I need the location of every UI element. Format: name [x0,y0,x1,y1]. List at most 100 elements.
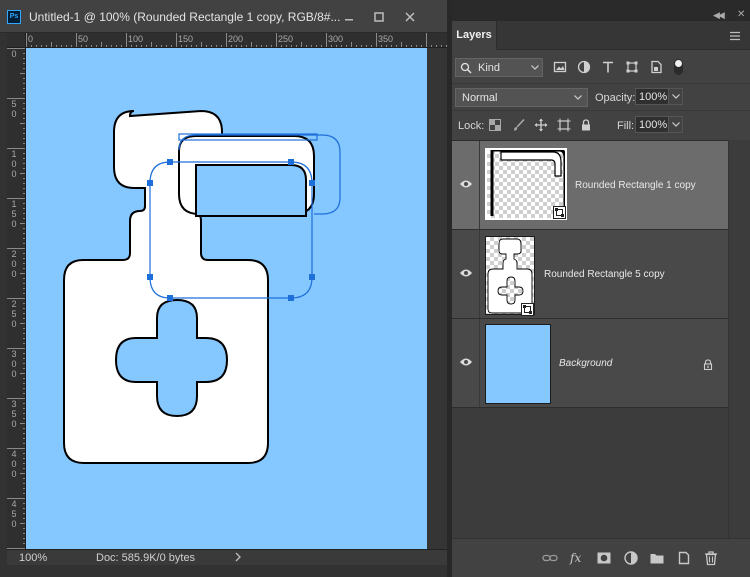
tab-layers[interactable]: Layers [452,21,497,50]
ruler-label: 0 [28,34,34,44]
ruler-label: 0 [11,169,17,179]
fill-input[interactable]: 100% [635,116,669,133]
vector-mask-badge-icon [521,303,534,316]
chevron-down-icon [672,122,680,127]
opacity-dropdown[interactable] [668,88,683,105]
close-panel-icon[interactable]: ✕ [737,10,745,20]
lock-row: Lock: Fill: 100% [452,110,750,139]
ruler-label: 50 [78,34,89,44]
filter-kind-select[interactable]: Kind [455,58,543,77]
ruler-label: 0 [11,359,17,369]
document-tab[interactable]: Ps Untitled-1 @ 100% (Rounded Rectangle … [0,0,447,33]
panel-menu-icon[interactable] [729,31,741,41]
ruler-label: 0 [11,269,17,279]
ruler-label: 0 [11,319,17,329]
shape-filter-icon[interactable] [625,60,639,74]
layer-name[interactable]: Rounded Rectangle 1 copy [575,180,696,191]
lock-position-icon[interactable] [534,118,548,132]
horizontal-ruler[interactable]: 0 50 100 150 200 250 300 350 [26,33,447,48]
layers-panel-footer: fx [452,538,750,577]
lock-transparent-pixels-icon[interactable] [488,118,502,132]
ruler-label: 2 [11,299,17,309]
adjustment-filter-icon[interactable] [577,60,591,74]
minimize-button[interactable] [337,8,361,26]
ruler-label: 0 [11,419,17,429]
ruler-label: 5 [11,209,17,219]
ruler-label: 100 [128,34,144,44]
image-filter-icon[interactable] [553,60,567,74]
status-bar: 100% Doc: 585.9K/0 bytes [7,549,447,565]
close-document-button[interactable] [398,8,422,26]
ruler-label: 2 [11,249,17,259]
layer-row-rounded-rectangle-5-copy[interactable]: Rounded Rectangle 5 copy [452,230,728,319]
ruler-label: 0 [11,459,17,469]
blend-row: Normal Opacity: 100% [452,83,750,109]
blend-mode-select[interactable]: Normal [455,88,588,107]
layers-list: Rounded Rectangle 1 copy Rounded Rectang… [452,140,728,538]
search-icon [460,62,472,74]
chevron-down-icon [574,95,582,100]
opacity-label: Opacity: [595,92,636,104]
canvas-artwork [63,109,341,464]
layer-row-background[interactable]: Background [452,319,728,408]
fx-icon[interactable]: fx [570,550,586,566]
lock-image-pixels-icon[interactable] [512,118,526,132]
filter-toggle-switch[interactable] [674,59,683,75]
zoom-level[interactable]: 100% [19,552,47,564]
panel-dock-header [452,0,750,20]
vertical-scrollbar[interactable] [427,48,447,549]
canvas[interactable] [26,48,427,549]
ruler-label: 1 [11,149,17,159]
ruler-label: 4 [11,499,17,509]
panel-tab-bar: Layers [452,21,750,50]
type-filter-icon[interactable] [601,60,615,74]
eye-icon[interactable] [459,357,473,367]
new-group-icon[interactable] [649,550,665,566]
status-menu-arrow-icon[interactable] [233,551,243,563]
add-mask-icon[interactable] [596,550,612,566]
ruler-label: 0 [11,469,17,479]
layer-name[interactable]: Rounded Rectangle 5 copy [544,269,665,280]
vector-mask-badge-icon [553,206,566,219]
layers-scrollbar[interactable] [728,140,750,538]
lock-all-icon[interactable] [579,118,593,132]
delete-layer-icon[interactable] [703,550,719,566]
ruler-label: 0 [11,259,17,269]
visibility-divider [479,230,480,318]
ruler-label: 0 [11,219,17,229]
layer-row-rounded-rectangle-1-copy[interactable]: Rounded Rectangle 1 copy [452,141,728,230]
eye-icon[interactable] [459,268,473,278]
minimize-icon [345,19,353,21]
lock-artboard-icon[interactable] [557,118,571,132]
maximize-button[interactable] [367,8,391,26]
lock-icon [703,359,713,370]
link-layers-icon[interactable] [542,550,558,566]
photoshop-app-icon: Ps [7,10,21,24]
ruler-label: 0 [11,519,17,529]
fill-dropdown[interactable] [668,116,683,133]
layer-name[interactable]: Background [559,358,612,369]
ruler-label: 4 [11,449,17,459]
fill-value: 100% [639,119,668,131]
ruler-label: 5 [11,99,17,109]
ruler-label: 1 [11,199,17,209]
new-layer-icon[interactable] [676,550,692,566]
new-adjustment-layer-icon[interactable] [623,550,639,566]
maximize-icon [374,12,384,22]
filter-kind-label: Kind [478,62,501,74]
chevron-down-icon [531,65,539,70]
opacity-input[interactable]: 100% [635,88,669,105]
vertical-ruler[interactable]: 050100150200250300350400450 [7,48,26,549]
ruler-label: 0 [11,369,17,379]
ruler-label: 5 [11,409,17,419]
ruler-label: 200 [228,34,244,44]
ruler-label: 150 [178,34,194,44]
eye-icon[interactable] [459,179,473,189]
collapse-panels-icon[interactable]: ◀◀ [713,11,725,20]
document-window: Ps Untitled-1 @ 100% (Rounded Rectangle … [0,0,447,577]
ruler-label: 350 [378,34,394,44]
canvas-area[interactable] [26,48,447,549]
smart-object-filter-icon[interactable] [649,60,663,74]
ruler-origin[interactable] [7,33,26,48]
ruler-label: 0 [11,109,17,119]
